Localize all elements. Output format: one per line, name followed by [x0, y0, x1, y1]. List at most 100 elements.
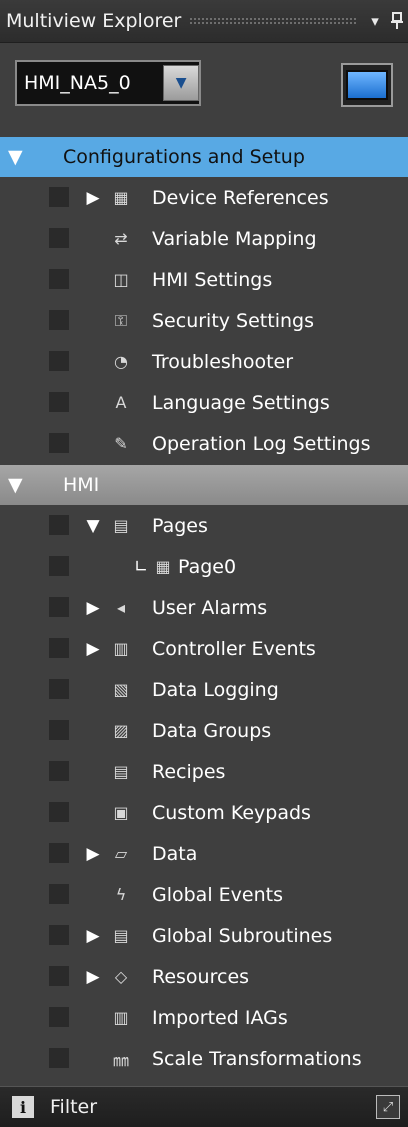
state-checkbox[interactable] [49, 720, 69, 740]
collapse-icon[interactable]: ▼ [84, 516, 102, 536]
data-logging-icon: ▧ [113, 680, 129, 699]
state-checkbox[interactable] [49, 433, 69, 453]
expand-icon[interactable]: ▶ [84, 188, 102, 208]
tree-item-label: Security Settings [152, 309, 314, 332]
section-hmi[interactable]: ▼ HMI [0, 465, 408, 505]
tree-item-label: Data Logging [152, 678, 279, 701]
state-checkbox[interactable] [49, 187, 69, 207]
state-checkbox[interactable] [49, 597, 69, 617]
display-screen-button[interactable] [341, 63, 393, 107]
tree-item-recipes[interactable]: ▤ Recipes [0, 751, 408, 792]
state-checkbox[interactable] [49, 761, 69, 781]
tree-item-label: Global Events [152, 883, 283, 906]
tree-item-troubleshooter[interactable]: ◔ Troubleshooter [0, 341, 408, 382]
expand-icon[interactable]: ▶ [84, 844, 102, 864]
data-groups-icon: ▨ [113, 721, 129, 740]
tree-item-global-events[interactable]: ϟ Global Events [0, 874, 408, 915]
filter-bar: i Filter ⤢ [0, 1086, 408, 1127]
resources-icon: ◇ [114, 967, 128, 986]
tree-item-variable-mapping[interactable]: ⇄ Variable Mapping [0, 218, 408, 259]
troubleshooter-icon: ◔ [114, 352, 128, 371]
state-checkbox[interactable] [49, 884, 69, 904]
tree-item-imported-iags[interactable]: ▥ Imported IAGs [0, 997, 408, 1038]
tree-item-scale-transformations[interactable]: ㎜ Scale Transformations [0, 1038, 408, 1079]
state-checkbox[interactable] [49, 802, 69, 822]
tree-item-label: Variable Mapping [152, 227, 317, 250]
pin-icon[interactable] [386, 8, 408, 34]
tree-item-label: Scale Transformations [152, 1047, 362, 1070]
tree-item-data-logging[interactable]: ▧ Data Logging [0, 669, 408, 710]
state-checkbox[interactable] [49, 1007, 69, 1027]
panel-titlebar: Multiview Explorer ▾ [0, 0, 408, 43]
tree-item-page0[interactable]: ∟ ▦ Page0 [0, 546, 408, 587]
state-checkbox[interactable] [49, 556, 69, 576]
tree-item-security-settings[interactable]: ⚿ Security Settings [0, 300, 408, 341]
explorer-tree: ▼ Configurations and Setup ▶ ▦ Device Refe… [0, 137, 408, 1079]
tree-item-data[interactable]: ▶ ▱ Data [0, 833, 408, 874]
state-checkbox[interactable] [49, 515, 69, 535]
device-select-value: HMI_NA5_0 [24, 72, 131, 94]
security-settings-icon: ⚿ [114, 310, 128, 330]
operation-log-icon: ✎ [114, 434, 128, 453]
imported-iags-icon: ▥ [113, 1008, 129, 1027]
tree-item-data-groups[interactable]: ▨ Data Groups [0, 710, 408, 751]
user-alarms-icon: ◂ [116, 598, 126, 617]
state-checkbox[interactable] [49, 228, 69, 248]
global-events-icon: ϟ [115, 885, 127, 904]
tree-connector: ∟ [133, 556, 149, 577]
state-checkbox[interactable] [49, 269, 69, 289]
tree-item-label: HMI Settings [152, 268, 273, 291]
filter-label[interactable]: Filter [50, 1096, 97, 1118]
tree-item-label: Custom Keypads [152, 801, 311, 824]
scale-transformations-icon: ㎜ [112, 1050, 129, 1070]
chevron-down-icon[interactable]: ▼ [163, 65, 199, 101]
expand-icon[interactable]: ▶ [84, 639, 102, 659]
display-screen-icon [346, 70, 388, 100]
tree-item-language-settings[interactable]: A Language Settings [0, 382, 408, 423]
tree-item-user-alarms[interactable]: ▶ ◂ User Alarms [0, 587, 408, 628]
state-checkbox[interactable] [49, 679, 69, 699]
section-label: HMI [63, 474, 100, 496]
pin-icon[interactable]: ⤢ [376, 1095, 400, 1119]
language-settings-icon: A [115, 393, 127, 412]
tree-item-operation-log-settings[interactable]: ✎ Operation Log Settings [0, 423, 408, 464]
expand-icon[interactable]: ▶ [84, 967, 102, 987]
expand-icon[interactable]: ▶ [84, 598, 102, 618]
tree-item-resources[interactable]: ▶ ◇ Resources [0, 956, 408, 997]
state-checkbox[interactable] [49, 1048, 69, 1068]
state-checkbox[interactable] [49, 843, 69, 863]
chevron-down-icon[interactable]: ▾ [364, 8, 386, 34]
tree-item-custom-keypads[interactable]: ▣ Custom Keypads [0, 792, 408, 833]
global-subroutines-icon: ▤ [113, 926, 129, 945]
tree-item-label: Imported IAGs [152, 1006, 288, 1029]
collapse-icon[interactable]: ▼ [8, 474, 23, 496]
hmi-settings-icon: ◫ [113, 270, 129, 289]
variable-mapping-icon: ⇄ [114, 229, 128, 248]
tree-item-label: Page0 [178, 555, 237, 578]
recipes-icon: ▤ [113, 762, 129, 781]
section-configurations-and-setup[interactable]: ▼ Configurations and Setup [0, 137, 408, 177]
state-checkbox[interactable] [49, 351, 69, 371]
state-checkbox[interactable] [49, 966, 69, 986]
titlebar-grip[interactable] [189, 17, 356, 25]
device-select[interactable]: HMI_NA5_0 ▼ [15, 60, 201, 106]
tree-item-label: Data Groups [152, 719, 272, 742]
state-checkbox[interactable] [49, 638, 69, 658]
tree-item-label: User Alarms [152, 596, 268, 619]
tree-item-device-references[interactable]: ▶ ▦ Device References [0, 177, 408, 218]
state-checkbox[interactable] [49, 392, 69, 412]
tree-item-controller-events[interactable]: ▶ ▥ Controller Events [0, 628, 408, 669]
info-icon[interactable]: i [12, 1096, 34, 1118]
data-icon: ▱ [114, 844, 128, 863]
state-checkbox[interactable] [49, 925, 69, 945]
tree-item-pages[interactable]: ▼ ▤ Pages [0, 505, 408, 546]
tree-item-label: Data [152, 842, 198, 865]
tree-item-label: Device References [152, 186, 329, 209]
state-checkbox[interactable] [49, 310, 69, 330]
tree-item-label: Recipes [152, 760, 226, 783]
tree-item-hmi-settings[interactable]: ◫ HMI Settings [0, 259, 408, 300]
collapse-icon[interactable]: ▼ [8, 146, 23, 168]
expand-icon[interactable]: ▶ [84, 926, 102, 946]
explorer-toolbar: HMI_NA5_0 ▼ [0, 43, 408, 127]
tree-item-global-subroutines[interactable]: ▶ ▤ Global Subroutines [0, 915, 408, 956]
